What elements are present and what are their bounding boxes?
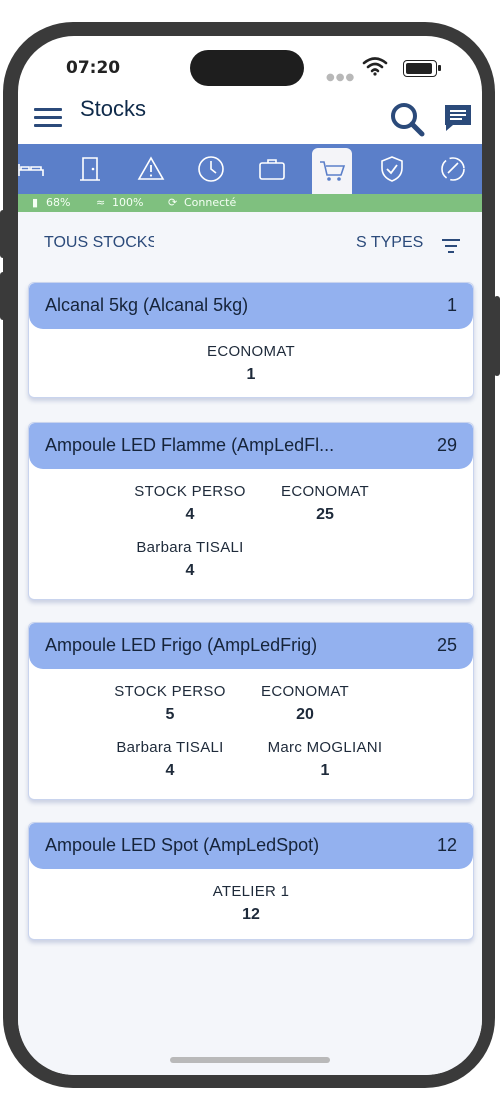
- tab-door[interactable]: [70, 144, 110, 194]
- battery-icon: [403, 60, 437, 77]
- product-title: Ampoule LED Flamme (AmpLedFl...: [45, 435, 335, 455]
- screen: 07:20 ●●● Stocks ▮ 68% ≈ 100% ⟳ Connecté…: [18, 36, 482, 1075]
- location-name: STOCK PERSO: [114, 683, 226, 700]
- tab-warning[interactable]: [131, 144, 171, 194]
- location-entry: Barbara TISALI 4: [115, 539, 265, 580]
- card-header: Ampoule LED Spot (AmpLedSpot) 12: [29, 823, 473, 869]
- app-header: Stocks: [18, 96, 482, 144]
- tab-cart[interactable]: [312, 148, 352, 194]
- location-qty: 1: [246, 366, 256, 383]
- location-name: ATELIER 1: [212, 883, 290, 900]
- location-entry: ECONOMAT 1: [161, 343, 341, 384]
- hamburger-menu-icon[interactable]: [34, 108, 62, 128]
- type-filter[interactable]: S TYPES: [356, 234, 423, 252]
- product-count: 12: [436, 835, 457, 855]
- location-entry: ECONOMAT 25: [255, 483, 395, 524]
- sync-icon: [441, 157, 465, 181]
- status-bar: 07:20 ●●●: [18, 36, 482, 96]
- device-info-bar: ▮ 68% ≈ 100% ⟳ Connecté: [18, 194, 482, 212]
- bed-icon: [18, 164, 44, 176]
- location-name: ECONOMAT: [207, 343, 295, 360]
- location-name: Barbara TISALI: [116, 739, 224, 756]
- product-card[interactable]: Ampoule LED Spot (AmpLedSpot) 12 ATELIER…: [28, 822, 474, 940]
- location-name: STOCK PERSO: [134, 483, 246, 500]
- sync-status-icon: ⟳: [168, 196, 178, 209]
- location-entry: STOCK PERSO 5: [95, 683, 245, 724]
- shield-check-icon: [381, 156, 403, 182]
- home-indicator[interactable]: [170, 1057, 330, 1063]
- tab-shield[interactable]: [372, 144, 412, 194]
- chat-icon[interactable]: [442, 102, 474, 134]
- tab-bed[interactable]: [18, 144, 51, 194]
- location-name: Marc MOGLIANI: [267, 739, 383, 756]
- connection-status: Connecté: [184, 196, 237, 209]
- tab-sync[interactable]: [433, 144, 473, 194]
- location-entry: ATELIER 1 12: [161, 883, 341, 924]
- product-card[interactable]: Alcanal 5kg (Alcanal 5kg) 1 ECONOMAT 1: [28, 282, 474, 398]
- product-title: Ampoule LED Spot (AmpLedSpot): [45, 835, 320, 855]
- status-time: 07:20: [66, 58, 121, 78]
- category-tabbar: [18, 144, 482, 194]
- location-qty: 4: [165, 762, 175, 779]
- location-qty: 5: [165, 706, 175, 723]
- dynamic-island: [190, 50, 304, 86]
- product-count: 29: [436, 435, 457, 455]
- location-qty: 25: [316, 506, 334, 523]
- location-qty: 1: [320, 762, 330, 779]
- page-title: Stocks: [80, 96, 147, 121]
- location-qty: 20: [296, 706, 314, 723]
- wifi-level: 100%: [112, 196, 144, 209]
- location-qty: 4: [185, 506, 195, 523]
- location-entry: ECONOMAT 20: [235, 683, 375, 724]
- card-header: Alcanal 5kg (Alcanal 5kg) 1: [29, 283, 473, 329]
- volume-down-button: [0, 272, 6, 320]
- card-header: Ampoule LED Flamme (AmpLedFl... 29: [29, 423, 473, 469]
- battery-level-icon: ▮: [32, 196, 39, 209]
- location-name: ECONOMAT: [261, 683, 349, 700]
- location-name: Barbara TISALI: [136, 539, 244, 556]
- volume-up-button: [0, 210, 6, 258]
- product-count: 1: [446, 295, 457, 315]
- product-card[interactable]: Ampoule LED Frigo (AmpLedFrig) 25 STOCK …: [28, 622, 474, 800]
- power-button: [494, 296, 500, 376]
- tab-clock[interactable]: [191, 144, 231, 194]
- stock-filter[interactable]: TOUS STOCKS: [44, 234, 154, 252]
- tab-briefcase[interactable]: [252, 144, 292, 194]
- clock-icon: [198, 156, 224, 182]
- location-entry: STOCK PERSO 4: [115, 483, 265, 524]
- product-title: Alcanal 5kg (Alcanal 5kg): [45, 295, 249, 315]
- filter-icon[interactable]: [441, 238, 461, 254]
- product-card[interactable]: Ampoule LED Flamme (AmpLedFl... 29 STOCK…: [28, 422, 474, 600]
- signal-icon: ●●●: [326, 72, 356, 83]
- product-count: 25: [436, 635, 457, 655]
- door-icon: [80, 157, 100, 181]
- wifi-level-icon: ≈: [96, 196, 106, 209]
- filter-row: TOUS STOCKS S TYPES: [18, 212, 482, 276]
- search-icon[interactable]: [388, 100, 428, 140]
- product-title: Ampoule LED Frigo (AmpLedFrig): [45, 635, 318, 655]
- location-qty: 12: [242, 906, 260, 923]
- battery-nub: [438, 65, 441, 71]
- location-qty: 4: [185, 562, 195, 579]
- wifi-icon: [362, 57, 388, 76]
- briefcase-icon: [259, 159, 285, 180]
- location-name: ECONOMAT: [281, 483, 369, 500]
- stock-list: Alcanal 5kg (Alcanal 5kg) 1 ECONOMAT 1 A…: [18, 276, 482, 1075]
- location-entry: Barbara TISALI 4: [95, 739, 245, 780]
- card-header: Ampoule LED Frigo (AmpLedFrig) 25: [29, 623, 473, 669]
- cart-icon: [320, 161, 346, 181]
- location-entry: Marc MOGLIANI 1: [245, 739, 405, 780]
- warning-icon: [137, 156, 165, 180]
- battery-level: 68%: [46, 196, 71, 209]
